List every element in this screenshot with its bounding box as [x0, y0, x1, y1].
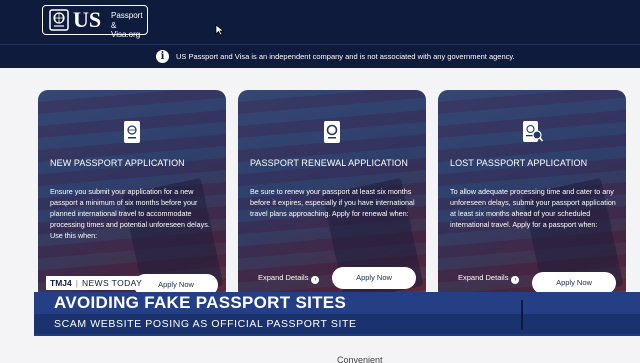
- expand-details-label: Expand Details: [458, 273, 509, 282]
- logo-visa-text: & Visa.org: [111, 21, 141, 39]
- news-lower-third: AVOIDING FAKE PASSPORT SITES SCAM WEBSIT…: [34, 292, 640, 336]
- top-navbar: US Passport & Visa.org: [0, 0, 640, 44]
- expand-details-link[interactable]: Expand Details ›: [458, 273, 520, 284]
- site-logo[interactable]: US Passport & Visa.org: [42, 5, 148, 39]
- logo-passport-text: Passport: [111, 11, 143, 20]
- station-name: TMJ4: [50, 278, 72, 288]
- passport-book-icon: [124, 121, 140, 143]
- chevron-right-icon: ›: [311, 276, 320, 284]
- expand-details-link[interactable]: Expand Details ›: [258, 273, 320, 284]
- lost-passport-icon: [523, 121, 543, 142]
- card-description: Ensure you submit your application for a…: [50, 187, 210, 240]
- passport-renew-icon: [324, 121, 340, 143]
- lower-third-divider: [521, 300, 523, 330]
- apply-now-button[interactable]: Apply Now: [532, 272, 616, 294]
- disclaimer-text: US Passport and Visa is an independent c…: [176, 52, 515, 61]
- card-lost-passport: LOST PASSPORT APPLICATION To allow adequ…: [438, 90, 626, 300]
- apply-now-button[interactable]: Apply Now: [332, 267, 416, 289]
- info-icon: i: [156, 50, 169, 63]
- card-title: LOST PASSPORT APPLICATION: [450, 158, 588, 168]
- card-description: To allow adequate processing time and ca…: [450, 187, 616, 229]
- news-headline: AVOIDING FAKE PASSPORT SITES: [34, 292, 640, 314]
- chevron-right-icon: ›: [511, 276, 520, 284]
- logo-us-text: US: [73, 7, 102, 32]
- card-description: Be sure to renew your passport at least …: [250, 187, 415, 218]
- card-title: PASSPORT RENEWAL APPLICATION: [250, 158, 409, 168]
- news-subheadline: SCAM WEBSITE POSING AS OFFICIAL PASSPORT…: [34, 314, 640, 334]
- page-bottom-area: [0, 336, 640, 363]
- card-passport-renewal: PASSPORT RENEWAL APPLICATION Be sure to …: [238, 90, 426, 300]
- card-new-passport: NEW PASSPORT APPLICATION Ensure you subm…: [38, 90, 226, 300]
- program-name: NEWS TODAY: [81, 278, 143, 288]
- disclaimer-banner: i US Passport and Visa is an independent…: [0, 44, 640, 68]
- mouse-cursor-icon: [215, 24, 225, 36]
- expand-details-label: Expand Details: [258, 273, 309, 282]
- card-title: NEW PASSPORT APPLICATION: [50, 158, 185, 168]
- section-heading-partial: Convenient: [337, 355, 383, 363]
- news-station-tag: TMJ4 | NEWS TODAY: [46, 276, 147, 290]
- globe-passport-icon: [49, 9, 69, 31]
